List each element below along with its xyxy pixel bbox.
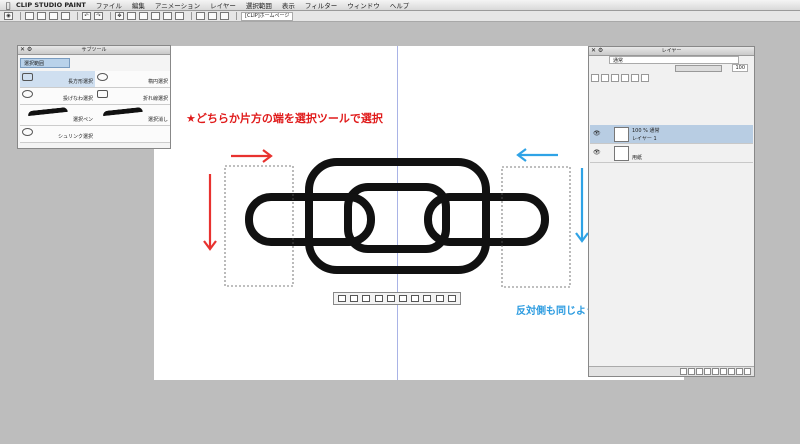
chain-link-top: [305, 158, 490, 274]
subtool-label: 長方形選択: [67, 79, 93, 85]
layer-lock-icon[interactable]: [591, 74, 599, 82]
visibility-eye-icon[interactable]: 👁: [593, 130, 601, 137]
layer-palette-header: ✕ ⚙ レイヤー: [589, 47, 754, 56]
subtool-label: 選択消し: [147, 117, 168, 123]
subtool-polyline-select[interactable]: 折れ線選択: [95, 88, 170, 105]
subtool-label: シュリンク選択: [57, 134, 93, 140]
launcher-pen-icon[interactable]: [435, 295, 444, 302]
selection-pen-stroke-icon: [27, 106, 69, 122]
selection-marquee-right: [501, 166, 571, 288]
opacity-slider[interactable]: [675, 65, 722, 72]
new-raster-layer-icon[interactable]: [680, 368, 687, 375]
layer-color-icon[interactable]: [641, 74, 649, 82]
blend-mode-select[interactable]: 通常: [609, 56, 739, 64]
launcher-scale-icon[interactable]: [411, 295, 420, 302]
subtool-ellipse-select[interactable]: 楕円選択: [95, 71, 170, 88]
opacity-value[interactable]: 100: [732, 64, 748, 72]
mask-icon[interactable]: [720, 368, 727, 375]
subtool-label: 投げなわ選択: [62, 96, 93, 102]
subtool-empty-cell: [95, 126, 170, 143]
subtool-palette-title: サブツール: [81, 47, 107, 53]
subtool-label: 楕円選択: [147, 79, 168, 85]
launcher-expand-icon[interactable]: [362, 295, 371, 302]
palette-close-icon[interactable]: ✕ ⚙: [20, 46, 32, 54]
annotation-top: ★どちらか片方の端を選択ツールで選択: [186, 112, 383, 125]
subtool-selection-pen[interactable]: 選択ペン: [20, 105, 95, 126]
layer-clip-icon[interactable]: [601, 74, 609, 82]
launcher-shrink-icon[interactable]: [374, 295, 383, 302]
launcher-invert-icon[interactable]: [350, 295, 359, 302]
ruler-icon[interactable]: [736, 368, 743, 375]
subtool-lasso-select[interactable]: 投げなわ選択: [20, 88, 95, 105]
subtool-group-tab[interactable]: 選択範囲: [20, 58, 70, 68]
delete-layer-icon[interactable]: [744, 368, 751, 375]
layer-tool-row: [591, 74, 649, 84]
selection-marquee-left: [224, 165, 294, 287]
subtool-shrink-select[interactable]: シュリンク選択: [20, 126, 95, 143]
layer-mask-icon[interactable]: [621, 74, 629, 82]
layer-name: レイヤー 1: [632, 136, 657, 142]
palette-close-icon[interactable]: ✕ ⚙: [591, 47, 603, 55]
ellipse-select-icon: [97, 73, 108, 81]
apply-mask-icon[interactable]: [728, 368, 735, 375]
layer-row[interactable]: 👁 100 % 通常 レイヤー 1: [590, 125, 753, 144]
visibility-eye-icon[interactable]: 👁: [593, 149, 601, 156]
launcher-deselect-icon[interactable]: [338, 295, 347, 302]
layer-ruler-icon[interactable]: [631, 74, 639, 82]
launcher-clear-icon[interactable]: [386, 295, 395, 302]
combine-icon[interactable]: [712, 368, 719, 375]
subtool-list: 長方形選択 楕円選択 投げなわ選択 折れ線選択 選択ペン 選択消し シュリンク選…: [20, 71, 170, 143]
layer-row[interactable]: 👁 用紙: [590, 144, 753, 163]
layer-palette-title: レイヤー: [661, 48, 682, 54]
transfer-icon[interactable]: [704, 368, 711, 375]
lasso-select-icon: [22, 90, 33, 98]
layer-palette: ✕ ⚙ レイヤー 通常 100 👁 100 % 通常 レイヤー 1 👁 用紙: [588, 46, 755, 377]
launcher-crop-icon[interactable]: [399, 295, 408, 302]
subtool-palette-header: ✕ ⚙ サブツール: [18, 46, 170, 55]
layer-thumbnail: [614, 127, 629, 142]
subtool-label: 選択ペン: [72, 117, 93, 123]
subtool-selection-eraser[interactable]: 選択消し: [95, 105, 170, 126]
subtool-rectangle-select[interactable]: 長方形選択: [20, 71, 95, 88]
polyline-select-icon: [97, 90, 108, 98]
selection-eraser-stroke-icon: [102, 106, 144, 122]
layer-thumbnail: [614, 146, 629, 161]
launcher-settings-icon[interactable]: [447, 295, 456, 302]
shrink-select-icon: [22, 128, 33, 136]
subtool-palette: ✕ ⚙ サブツール 選択範囲 長方形選択 楕円選択 投げなわ選択 折れ線選択 選…: [17, 45, 171, 149]
subtool-label: 折れ線選択: [142, 96, 168, 102]
rectangle-select-icon: [22, 73, 33, 81]
launcher-fill-icon[interactable]: [423, 295, 432, 302]
layer-reference-icon[interactable]: [611, 74, 619, 82]
layer-bottom-toolbar: [589, 366, 754, 376]
selection-launcher: [333, 292, 461, 305]
new-folder-icon[interactable]: [696, 368, 703, 375]
layer-name: 用紙: [632, 155, 643, 161]
subtool-group: 選択範囲: [20, 57, 168, 69]
layer-opacity-mode: 100 % 通常: [632, 128, 660, 134]
new-vector-layer-icon[interactable]: [688, 368, 695, 375]
